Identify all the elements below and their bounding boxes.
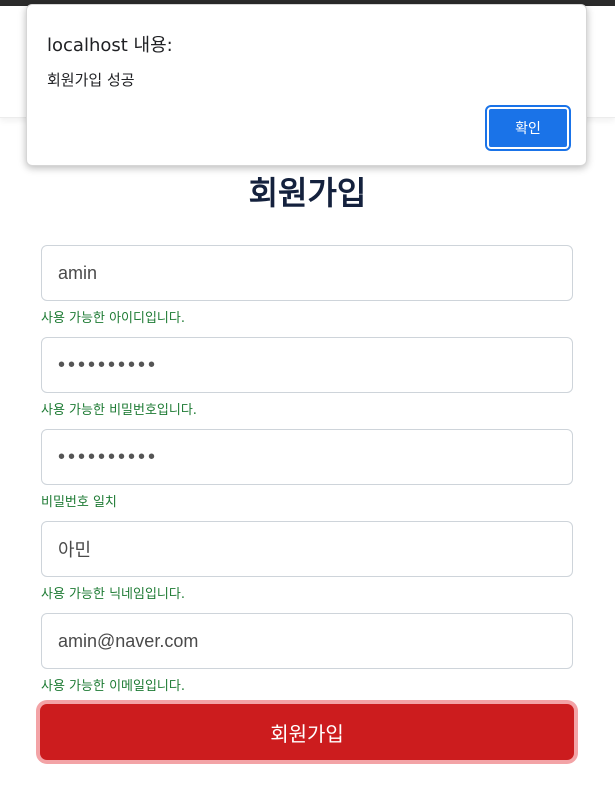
alert-message: 회원가입 성공	[47, 71, 135, 89]
page-title: 회원가입	[248, 174, 367, 212]
email-input[interactable]: amin@naver.com	[41, 613, 573, 669]
password-hint: 사용 가능한 비밀번호입니다.	[41, 403, 197, 418]
password-input[interactable]: ••••••••••	[41, 337, 573, 393]
alert-dialog: localhost 내용: 회원가입 성공 확인	[26, 4, 587, 166]
alert-title: localhost 내용:	[47, 35, 173, 56]
email-hint: 사용 가능한 이메일입니다.	[41, 679, 185, 694]
password-confirm-input[interactable]: ••••••••••	[41, 429, 573, 485]
alert-ok-button[interactable]: 확인	[485, 105, 571, 151]
id-input[interactable]: amin	[41, 245, 573, 301]
signup-submit-button[interactable]: 회원가입	[40, 704, 574, 760]
nickname-input[interactable]: 아민	[41, 521, 573, 577]
id-hint: 사용 가능한 아이디입니다.	[41, 311, 185, 326]
nickname-hint: 사용 가능한 닉네임입니다.	[41, 587, 185, 602]
password-confirm-hint: 비밀번호 일치	[41, 495, 117, 510]
